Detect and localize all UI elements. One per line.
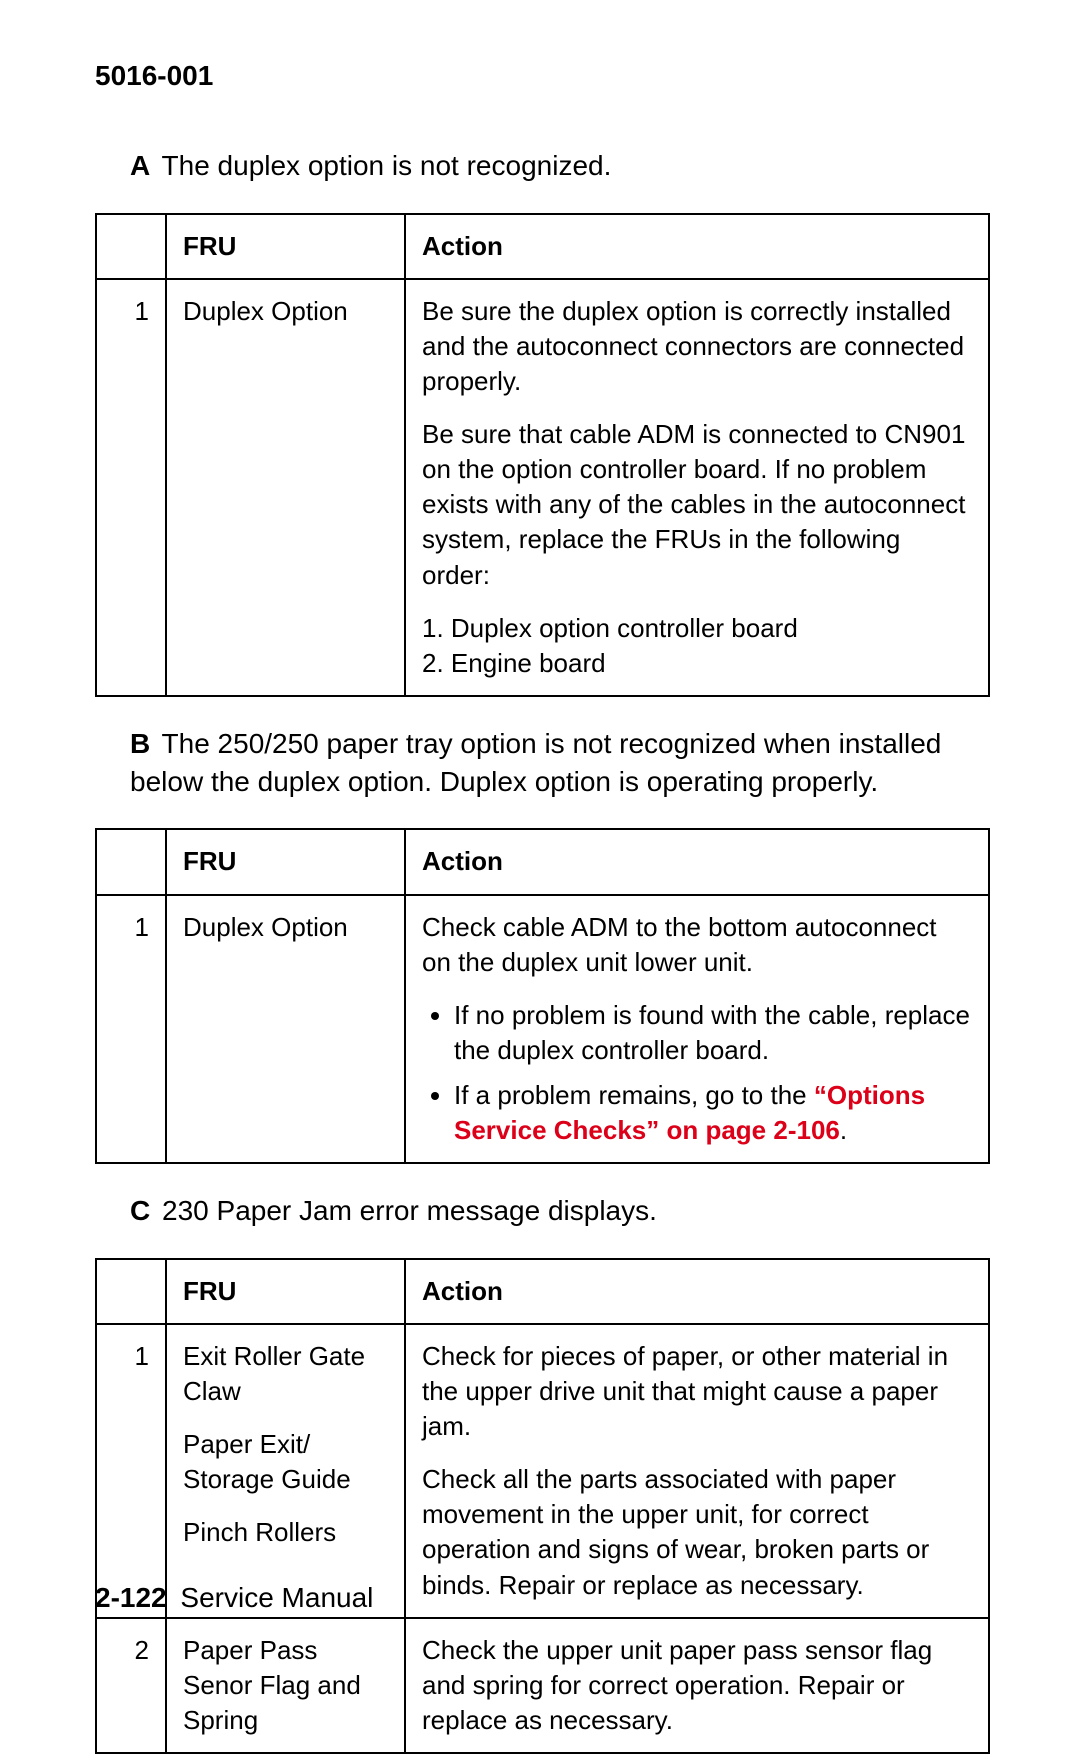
section-a-letter: A: [130, 150, 150, 181]
list-item: If no problem is found with the cable, r…: [454, 998, 972, 1068]
table-a-row1-action: Be sure the duplex option is correctly i…: [405, 279, 989, 696]
table-c-header-blank: [96, 1259, 166, 1324]
action-text: Check for pieces of paper, or other mate…: [422, 1339, 972, 1444]
bullet-text: If a problem remains, go to the: [454, 1080, 814, 1110]
table-b-row1-num: 1: [96, 895, 166, 1164]
table-a-header-blank: [96, 214, 166, 279]
section-c-letter: C: [130, 1195, 150, 1226]
table-b-row1-fru: Duplex Option: [166, 895, 405, 1164]
table-row: 2 Paper Pass Senor Flag and Spring Check…: [96, 1618, 989, 1753]
table-c-header-action: Action: [405, 1259, 989, 1324]
table-row: 1 Duplex Option Check cable ADM to the b…: [96, 895, 989, 1164]
table-b: FRU Action 1 Duplex Option Check cable A…: [95, 828, 990, 1164]
table-c-row2-num: 2: [96, 1618, 166, 1753]
fru-item: Exit Roller Gate Claw: [183, 1339, 388, 1409]
table-c-header-fru: FRU: [166, 1259, 405, 1324]
table-a: FRU Action 1 Duplex Option Be sure the d…: [95, 213, 990, 697]
section-c-text: 230 Paper Jam error message displays.: [162, 1195, 657, 1226]
action-text: Be sure that cable ADM is connected to C…: [422, 417, 972, 592]
action-text: Check all the parts associated with pape…: [422, 1462, 972, 1602]
list-item: If a problem remains, go to the “Options…: [454, 1078, 972, 1148]
bullet-list: If no problem is found with the cable, r…: [422, 998, 972, 1148]
table-a-header-fru: FRU: [166, 214, 405, 279]
table-a-header-action: Action: [405, 214, 989, 279]
table-c: FRU Action 1 Exit Roller Gate Claw Paper…: [95, 1258, 990, 1754]
action-text: Be sure the duplex option is correctly i…: [422, 294, 972, 399]
table-c-row2-action: Check the upper unit paper pass sensor f…: [405, 1618, 989, 1753]
action-text: Check cable ADM to the bottom autoconnec…: [422, 910, 972, 980]
table-b-header-fru: FRU: [166, 829, 405, 894]
table-a-row1-fru: Duplex Option: [166, 279, 405, 696]
table-b-row1-action: Check cable ADM to the bottom autoconnec…: [405, 895, 989, 1164]
table-a-row1-num: 1: [96, 279, 166, 696]
table-row: 1 Exit Roller Gate Claw Paper Exit/ Stor…: [96, 1324, 989, 1618]
section-b-text: The 250/250 paper tray option is not rec…: [130, 728, 941, 797]
footer-label: Service Manual: [180, 1582, 373, 1613]
section-a-intro: A The duplex option is not recognized.: [130, 147, 990, 185]
section-c-intro: C 230 Paper Jam error message displays.: [130, 1192, 990, 1230]
section-b-intro: B The 250/250 paper tray option is not r…: [130, 725, 990, 801]
page-footer: 2-122 Service Manual: [95, 1582, 373, 1614]
fru-item: Pinch Rollers: [183, 1515, 388, 1550]
action-text: 1. Duplex option controller board 2. Eng…: [422, 611, 972, 681]
table-row: 1 Duplex Option Be sure the duplex optio…: [96, 279, 989, 696]
section-a-text: The duplex option is not recognized.: [162, 150, 612, 181]
table-c-row2-fru: Paper Pass Senor Flag and Spring: [166, 1618, 405, 1753]
table-b-header-action: Action: [405, 829, 989, 894]
bullet-suffix: .: [840, 1115, 847, 1145]
action-text: Check the upper unit paper pass sensor f…: [422, 1633, 972, 1738]
table-c-row1-fru: Exit Roller Gate Claw Paper Exit/ Storag…: [166, 1324, 405, 1618]
fru-item: Paper Exit/ Storage Guide: [183, 1427, 388, 1497]
section-b-letter: B: [130, 728, 150, 759]
table-b-header-blank: [96, 829, 166, 894]
model-number: 5016-001: [95, 60, 990, 92]
table-c-row1-num: 1: [96, 1324, 166, 1618]
page-number: 2-122: [95, 1582, 167, 1613]
table-c-row1-action: Check for pieces of paper, or other mate…: [405, 1324, 989, 1618]
